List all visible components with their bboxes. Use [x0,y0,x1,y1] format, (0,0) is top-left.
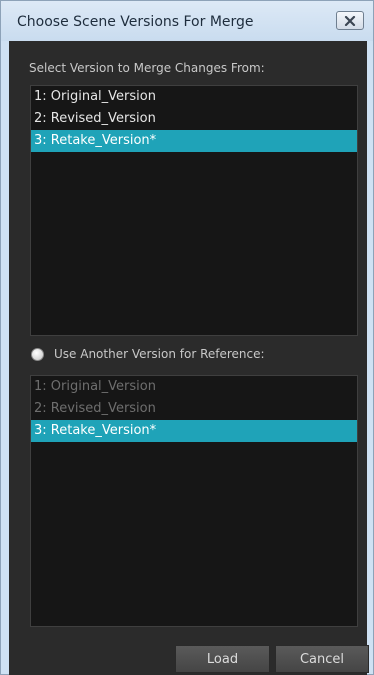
reference-option[interactable]: Use Another Version for Reference: [31,347,265,361]
merge-dialog: Choose Scene Versions For Merge Select V… [0,0,374,675]
merge-from-item-original[interactable]: 1: Original_Version [31,86,357,108]
reference-radio[interactable] [31,347,44,361]
reference-list: 1: Original_Version 2: Revised_Version 3… [30,375,358,627]
close-icon [344,15,356,26]
merge-from-list[interactable]: 1: Original_Version 2: Revised_Version 3… [30,85,358,336]
window-title: Choose Scene Versions For Merge [17,14,254,30]
merge-from-item-retake[interactable]: 3: Retake_Version* [31,130,357,152]
merge-from-label: Select Version to Merge Changes From: [29,61,265,75]
reference-item-retake: 3: Retake_Version* [31,420,357,442]
dialog-body: Select Version to Merge Changes From: 1:… [9,41,369,675]
title-bar[interactable]: Choose Scene Versions For Merge [1,1,373,41]
cancel-button[interactable]: Cancel [275,645,369,673]
reference-item-original: 1: Original_Version [34,379,156,394]
merge-from-item-revised[interactable]: 2: Revised_Version [31,108,357,130]
reference-item-revised: 2: Revised_Version [34,401,156,416]
load-button[interactable]: Load [175,645,270,673]
reference-label[interactable]: Use Another Version for Reference: [54,347,265,361]
close-button[interactable] [336,11,364,30]
